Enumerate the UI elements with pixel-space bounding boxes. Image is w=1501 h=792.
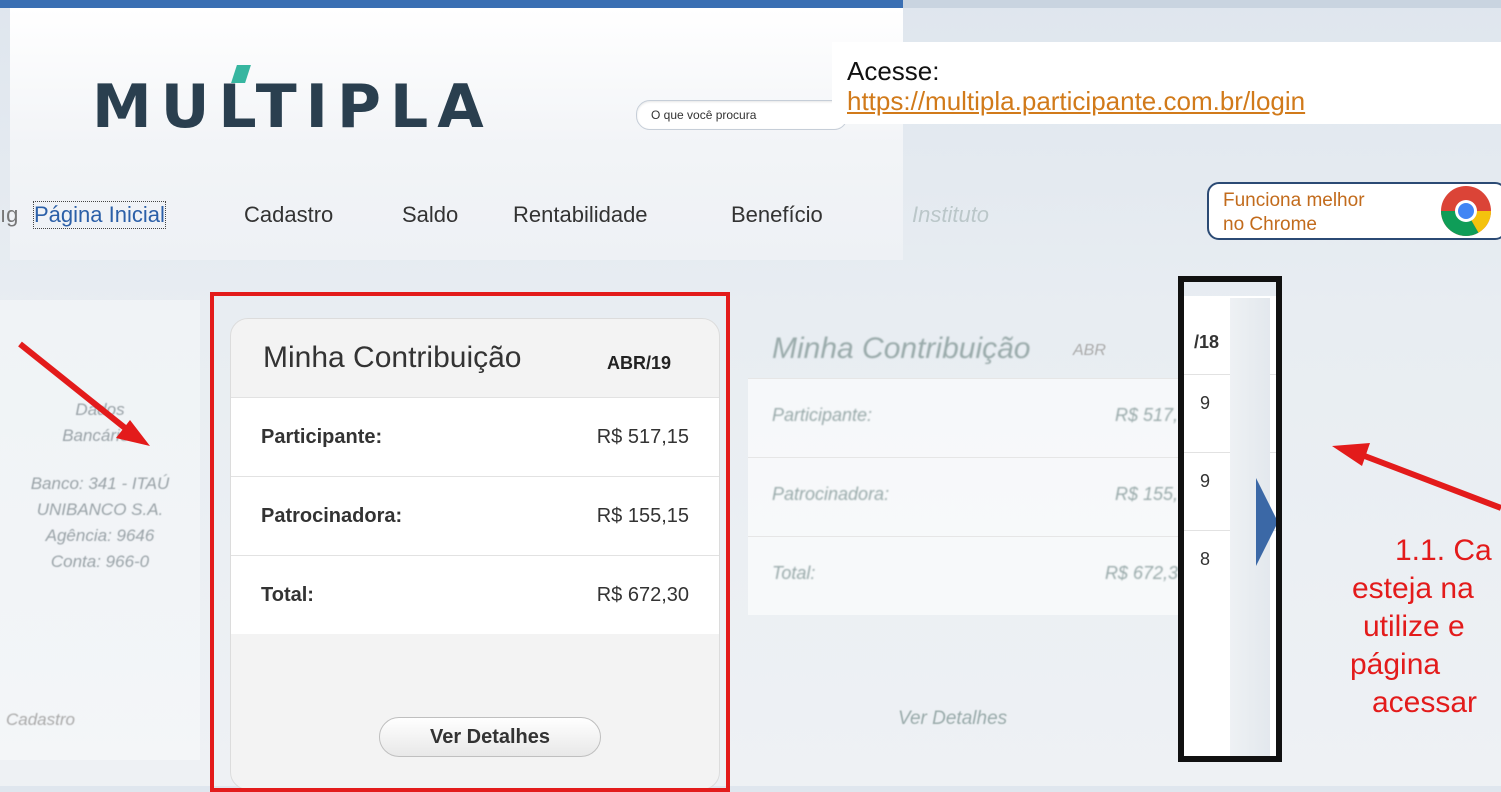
bank-line: Banco: 341 - ITAÚ [30, 474, 170, 493]
login-url-link[interactable]: https://multipla.participante.com.br/log… [847, 86, 1305, 117]
row-label: Participante: [772, 405, 873, 425]
ghost-rows: Participante: R$ 517, Patrocinadora: R$ … [748, 378, 1178, 615]
table-row: Total: R$ 672,3 [748, 536, 1178, 615]
previous-contribution-card: Minha Contribuição ABR Participante: R$ … [748, 300, 1178, 770]
bank-title-2: Bancários [62, 426, 138, 445]
search-input[interactable] [649, 107, 843, 123]
row-value: R$ 155, [1114, 484, 1178, 504]
bank-title-1: Dados [75, 400, 125, 419]
search-box[interactable] [636, 100, 848, 130]
top-bar [0, 0, 1501, 8]
nav-item-rentabilidade[interactable]: Rentabilidade [513, 202, 648, 228]
top-bar-accent [0, 0, 903, 8]
nav-item-instituto[interactable]: Instituto [912, 202, 989, 228]
bank-line: Conta: 966-0 [50, 552, 150, 571]
nav-item-pagina-inicial[interactable]: Página Inicial [33, 201, 166, 229]
ghost-ver-detalhes-button[interactable]: Ver Detalhes [898, 708, 1007, 730]
highlight-frame [210, 292, 730, 792]
main-nav: ıg Página Inicial Cadastro Saldo Rentabi… [0, 201, 1100, 242]
row-value: R$ 672,3 [1104, 563, 1178, 583]
cadastro-link[interactable]: Cadastro [6, 710, 75, 730]
chrome-icon [1441, 186, 1491, 236]
arrow-right-head [1332, 443, 1370, 466]
bank-line: UNIBANCO S.A. [36, 500, 164, 519]
table-row: Patrocinadora: R$ 155, [748, 457, 1178, 536]
chrome-note: Funciona melhor no Chrome [1207, 182, 1501, 240]
arrow-right-line [1360, 452, 1501, 511]
instruction-line: página [1350, 648, 1441, 681]
instruction-line: 1.1. Ca [1395, 534, 1492, 567]
table-row: Participante: R$ 517, [748, 378, 1178, 457]
row-value: R$ 517, [1114, 405, 1178, 425]
callout-prefix: Acesse: [847, 56, 940, 86]
highlight-frame-dark [1178, 276, 1282, 762]
nav-cut-fragment: ıg [0, 202, 19, 227]
bank-data-card: Dados Bancários Banco: 341 - ITAÚ UNIBAN… [0, 300, 200, 760]
nav-item-beneficio[interactable]: Benefício [731, 202, 823, 228]
instruction-line: utilize e [1363, 610, 1465, 643]
chrome-note-line2: no Chrome [1223, 214, 1317, 235]
nav-item-saldo[interactable]: Saldo [402, 202, 458, 228]
chrome-note-line1: Funciona melhor [1223, 190, 1365, 211]
row-label: Total: [772, 563, 816, 583]
nav-item-cadastro[interactable]: Cadastro [244, 202, 333, 228]
instruction-line: acessar [1372, 686, 1478, 719]
instruction-line: esteja na [1352, 572, 1474, 605]
row-label: Patrocinadora: [772, 484, 890, 504]
ghost-card-title: Minha Contribuição [772, 332, 1031, 365]
bank-line: Agência: 9646 [45, 526, 155, 545]
access-callout: Acesse: https://multipla.participante.co… [832, 42, 1501, 124]
multipla-logo[interactable]: MULTIPLA [92, 72, 493, 142]
ghost-card-month: ABR [1073, 342, 1106, 359]
